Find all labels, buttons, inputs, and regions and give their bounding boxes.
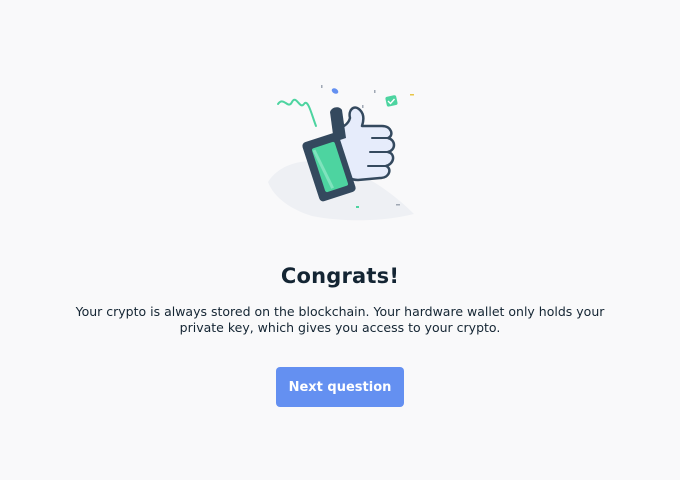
- next-question-button[interactable]: Next question: [276, 367, 404, 407]
- description-line-2: private key, which gives you access to y…: [179, 319, 501, 335]
- description-text: Your crypto is always stored on the bloc…: [70, 304, 610, 335]
- page-title: Congrats!: [280, 264, 400, 288]
- thumbs-up-with-device-icon: [262, 80, 418, 226]
- congrats-screen: Congrats! Your crypto is always stored o…: [0, 0, 680, 480]
- description-line-1: Your crypto is always stored on the bloc…: [75, 304, 605, 319]
